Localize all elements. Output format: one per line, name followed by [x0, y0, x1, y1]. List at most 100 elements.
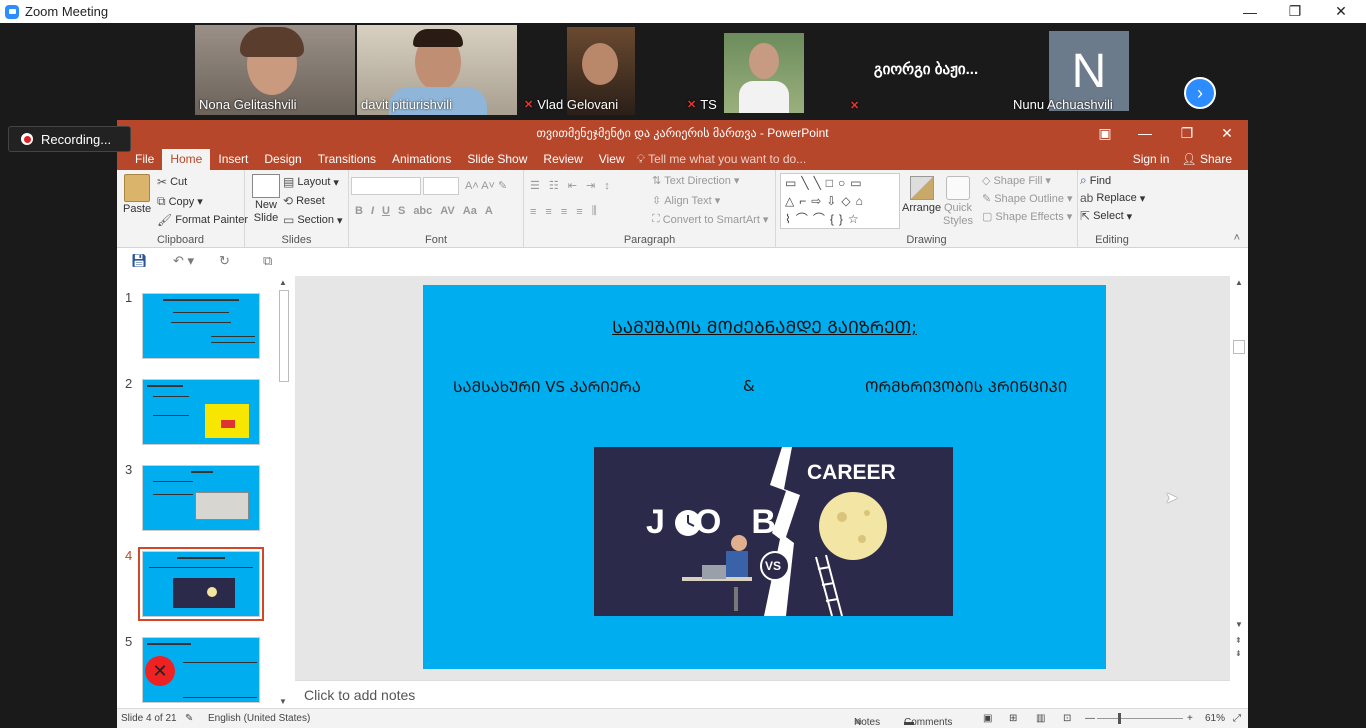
- ppt-restore-button[interactable]: ❐: [1167, 120, 1207, 147]
- tab-slide-show[interactable]: Slide Show: [459, 149, 535, 170]
- save-icon[interactable]: 💾︎: [131, 253, 148, 269]
- list-buttons[interactable]: ☰ ☷ ⇤ ⇥ ↕: [530, 179, 610, 193]
- find-button[interactable]: ⌕ Find: [1080, 173, 1111, 188]
- recording-indicator[interactable]: Recording...: [8, 126, 131, 152]
- thumbnail-number: 2: [125, 376, 133, 391]
- tab-review[interactable]: Review: [535, 149, 590, 170]
- participant-tile[interactable]: ✕ TS: [683, 25, 843, 115]
- language-indicator[interactable]: English (United States): [208, 713, 310, 724]
- new-slide-button[interactable]: New Slide: [251, 174, 281, 225]
- presenter-icon[interactable]: ⧉: [263, 253, 272, 269]
- next-page-icon[interactable]: ›: [1184, 77, 1216, 109]
- convert-smartart-button[interactable]: ⛶ Convert to SmartArt ▾: [652, 213, 768, 226]
- slide-sorter-icon[interactable]: ⊞: [1009, 713, 1017, 724]
- slide-thumbnail[interactable]: [142, 465, 260, 531]
- zoom-slider-thumb[interactable]: [1118, 713, 1121, 724]
- minimize-button[interactable]: —: [1227, 0, 1273, 23]
- tab-insert[interactable]: Insert: [210, 149, 256, 170]
- copy-label: Copy: [168, 195, 195, 208]
- replace-button[interactable]: ab Replace ▾: [1080, 191, 1145, 205]
- text-direction-button[interactable]: ⇅ Text Direction ▾: [652, 174, 739, 188]
- font-group: A˄ A˅ ✎ B I U Sabc AV Aa A Font: [349, 170, 524, 248]
- spellcheck-icon[interactable]: ✎: [185, 713, 193, 724]
- slide-left-text[interactable]: ᲡᲐᲛᲡᲐᲮᲣᲠᲘ VS ᲙᲐᲠᲘᲔᲠᲐ: [453, 377, 641, 397]
- shape-effects-button[interactable]: ▢ Shape Effects ▾: [982, 210, 1072, 224]
- slide-thumbnail-current[interactable]: [138, 547, 264, 621]
- fit-slide-icon[interactable]: ⤢: [1233, 713, 1241, 724]
- tab-animations[interactable]: Animations: [384, 149, 459, 170]
- job-vs-career-image[interactable]: CAREER JOB VS: [594, 447, 953, 616]
- ppt-minimize-button[interactable]: —: [1125, 120, 1165, 147]
- editing-group: ⌕ Find ab Replace ▾ ⇱ Select ▾ Editing: [1078, 170, 1146, 248]
- share-button[interactable]: 👤︎ Share: [1181, 152, 1232, 166]
- participant-tile[interactable]: N Nunu Achuashvili: [1009, 25, 1169, 115]
- align-text-button[interactable]: ⇳ Align Text ▾: [652, 194, 720, 208]
- arrange-button[interactable]: Arrange: [902, 176, 941, 214]
- slide-editor-area[interactable]: ᲡᲐᲛᲣᲨᲐᲝᲡ ᲛᲝᲫᲔᲑᲜᲐᲛᲓᲔ ᲒᲐᲘᲖᲠᲔᲗ; ᲡᲐᲛᲡᲐᲮᲣᲠᲘ V…: [295, 276, 1230, 680]
- slideshow-icon[interactable]: ⊡: [1063, 713, 1071, 724]
- participant-strip: Nona Gelitashvili davit pitiurishvili ✕ V…: [0, 23, 1366, 120]
- zoom-out-icon[interactable]: —: [1085, 713, 1095, 724]
- grow-font-icon[interactable]: A˄ A˅ ✎: [465, 179, 507, 192]
- participant-name: Nona Gelitashvili: [199, 97, 297, 112]
- zoom-level[interactable]: 61%: [1205, 713, 1225, 724]
- zoom-title-bar: Zoom Meeting: [0, 0, 1366, 23]
- thumbnails-scrollbar[interactable]: ▲ ▼: [277, 278, 291, 706]
- copy-button[interactable]: ⧉ Copy ▾: [157, 194, 203, 209]
- pencil-icon: ✎: [982, 193, 992, 205]
- font-size-input[interactable]: [423, 177, 459, 195]
- tab-file[interactable]: File: [127, 149, 162, 170]
- restore-button[interactable]: ❐: [1272, 0, 1318, 23]
- slide-thumbnail[interactable]: [142, 379, 260, 445]
- slide-thumbnail[interactable]: ✕: [142, 637, 260, 703]
- participant-tile[interactable]: ✕ Vlad Gelovani: [520, 25, 680, 115]
- participant-tile[interactable]: Nona Gelitashvili: [195, 25, 355, 115]
- quick-styles-button[interactable]: Quick Styles: [942, 176, 974, 228]
- font-format-buttons[interactable]: B I U Sabc AV Aa A: [355, 205, 493, 217]
- zoom-slider[interactable]: [1097, 718, 1183, 719]
- ppt-close-button[interactable]: ✕: [1207, 120, 1247, 147]
- tab-view[interactable]: View: [591, 149, 633, 170]
- format-painter-button[interactable]: 🖌︎ Format Painter: [157, 213, 248, 227]
- slide-thumbnail[interactable]: [142, 293, 260, 359]
- muted-mic-icon: ✕: [524, 99, 534, 111]
- reset-button[interactable]: ⟲ Reset: [283, 194, 325, 208]
- notes-input[interactable]: Click to add notes: [295, 680, 1230, 708]
- redo-icon[interactable]: ↻: [219, 253, 230, 269]
- close-button[interactable]: ✕: [1318, 0, 1364, 23]
- layout-button[interactable]: ▤ Layout ▾: [283, 175, 339, 189]
- align-buttons[interactable]: ≡ ≡ ≡ ≡ ⫼: [530, 205, 597, 218]
- sign-in-link[interactable]: Sign in: [1133, 152, 1170, 166]
- font-group-label: Font: [424, 234, 447, 246]
- zoom-logo-icon: [5, 4, 19, 19]
- ribbon-display-icon[interactable]: ▣: [1085, 120, 1125, 147]
- section-button[interactable]: ▭ Section ▾: [283, 213, 343, 227]
- tab-home[interactable]: Home: [162, 149, 211, 170]
- zoom-in-icon[interactable]: +: [1187, 713, 1193, 724]
- participant-tile[interactable]: davit pitiurishvili: [357, 25, 517, 115]
- reading-view-icon[interactable]: ▥: [1036, 713, 1045, 724]
- select-button[interactable]: ⇱ Select ▾: [1080, 209, 1132, 223]
- shape-fill-button[interactable]: ◇ Shape Fill ▾: [982, 174, 1051, 188]
- font-name-input[interactable]: [351, 177, 421, 195]
- normal-view-icon[interactable]: ▣: [983, 713, 992, 724]
- slide-ampersand[interactable]: &: [743, 377, 755, 395]
- cut-button[interactable]: ✂ Cut: [157, 175, 187, 189]
- slide-scrollbar[interactable]: ▲ ▼ ⇞ ⇟: [1232, 278, 1246, 662]
- participant-tile[interactable]: გიორგი ბაჟი... ✕: [846, 25, 1006, 115]
- collapse-ribbon-icon[interactable]: ˄: [1234, 232, 1240, 244]
- slide-right-text[interactable]: ᲝᲠᲛᲮᲠᲘᲕᲝᲑᲘᲡ ᲞᲠᲘᲜᲪᲘᲞᲘ: [865, 377, 1067, 397]
- paste-button[interactable]: Paste: [123, 174, 151, 215]
- shape-outline-button[interactable]: ✎ Shape Outline ▾: [982, 192, 1072, 206]
- tell-me-box[interactable]: 💡︎ Tell me what you want to do...: [637, 149, 807, 170]
- clipboard-group: Paste ✂ Cut ⧉ Copy ▾ 🖌︎ Format Painter Clip…: [117, 170, 248, 248]
- job-label: JOB: [646, 503, 806, 541]
- reset-icon: ⟲: [283, 194, 294, 208]
- change-case-icon: Aa: [462, 205, 477, 217]
- current-slide[interactable]: ᲡᲐᲛᲣᲨᲐᲝᲡ ᲛᲝᲫᲔᲑᲜᲐᲛᲓᲔ ᲒᲐᲘᲖᲠᲔᲗ; ᲡᲐᲛᲡᲐᲮᲣᲠᲘ V…: [423, 285, 1106, 669]
- slide-title[interactable]: ᲡᲐᲛᲣᲨᲐᲝᲡ ᲛᲝᲫᲔᲑᲜᲐᲛᲓᲔ ᲒᲐᲘᲖᲠᲔᲗ;: [423, 315, 1106, 338]
- tab-design[interactable]: Design: [256, 149, 309, 170]
- undo-icon[interactable]: ↶ ▾: [173, 253, 194, 269]
- tab-transitions[interactable]: Transitions: [310, 149, 384, 170]
- shapes-gallery[interactable]: ▭╲╲□○▭ △⌐⇨⇩◇⌂ ⌇⌒⌒{}☆: [780, 173, 900, 229]
